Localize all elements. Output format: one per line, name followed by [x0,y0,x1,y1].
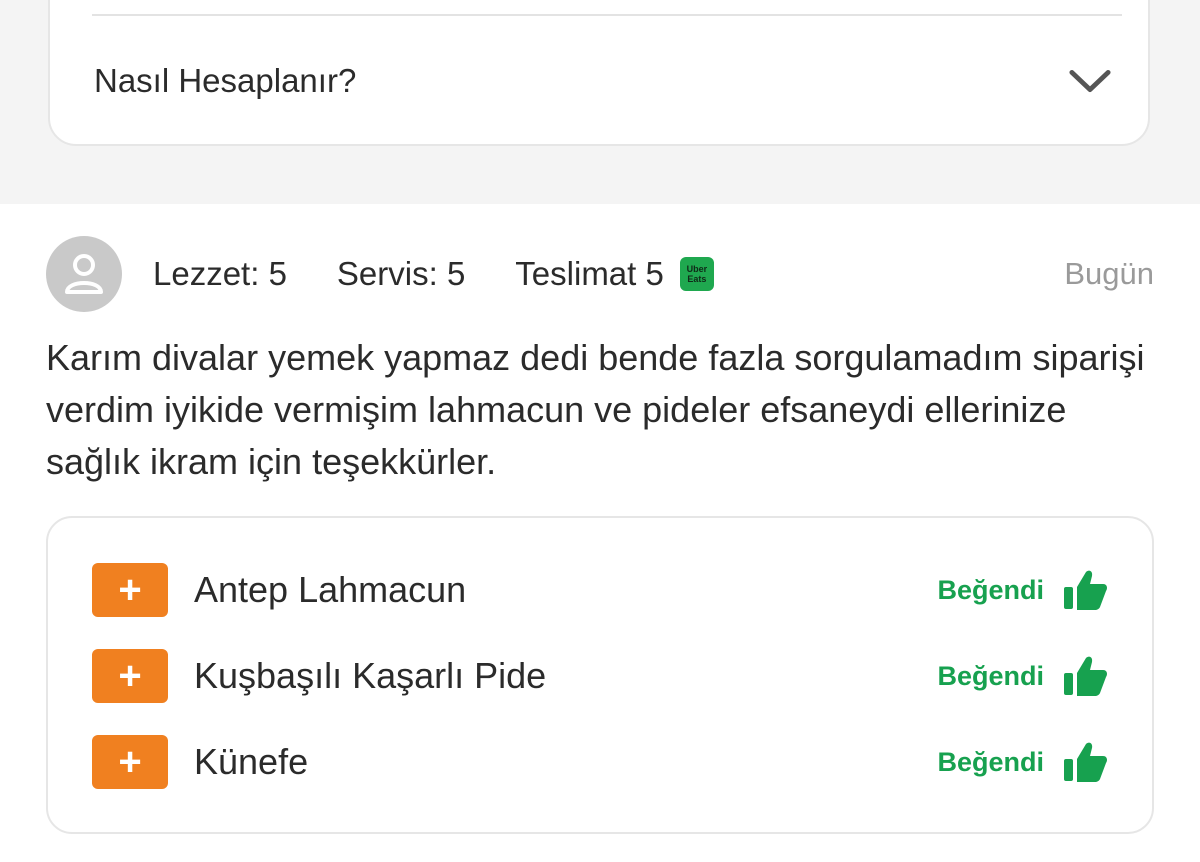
user-icon [65,254,103,294]
liked-status: Beğendi [937,655,1108,697]
liked-label: Beğendi [937,746,1044,777]
review-text: Karım divalar yemek yapmaz dedi bende fa… [46,337,1145,482]
list-item: + Künefe Beğendi [92,734,1108,790]
thumbs-up-icon [1062,741,1108,783]
add-item-button[interactable]: + [92,735,168,789]
item-name: Kuşbaşılı Kaşarlı Pide [194,655,547,696]
item-name: Künefe [194,741,309,782]
list-item: + Antep Lahmacun Beğendi [92,562,1108,618]
liked-label: Beğendi [937,574,1044,605]
thumbs-up-icon [1062,655,1108,697]
review-date: Bugün [1064,256,1154,291]
avatar [46,236,122,312]
ratings: Lezzet: 5 Servis: 5 Teslimat 5 Uber Eats [153,255,714,293]
review-card: Lezzet: 5 Servis: 5 Teslimat 5 Uber Eats… [0,204,1200,862]
add-item-button[interactable]: + [92,563,168,617]
review-header: Lezzet: 5 Servis: 5 Teslimat 5 Uber Eats… [46,236,1154,312]
item-name: Antep Lahmacun [194,569,467,610]
add-item-button[interactable]: + [92,649,168,703]
liked-label: Beğendi [937,660,1044,691]
uber-eats-badge: Uber Eats [679,257,714,291]
liked-status: Beğendi [937,741,1108,783]
divider [92,14,1122,16]
faq-card: Nasıl Hesaplanır? [48,0,1150,146]
top-section: Nasıl Hesaplanır? [0,0,1200,204]
taste-rating: Lezzet: 5 [153,255,287,292]
thumbs-up-icon [1062,569,1108,611]
delivery-rating: Teslimat 5 [515,255,664,292]
liked-status: Beğendi [937,569,1108,611]
service-rating: Servis: 5 [336,255,466,292]
ordered-items-card: + Antep Lahmacun Beğendi + Kuşbaşılı Kaş… [46,516,1154,834]
accordion-title: Nasıl Hesaplanır? [94,62,357,99]
how-calculated-accordion[interactable]: Nasıl Hesaplanır? [94,46,1112,116]
badge-line-1: Uber [686,264,708,274]
badge-line-2: Eats [687,274,707,284]
chevron-down-icon[interactable] [1068,59,1112,103]
list-item: + Kuşbaşılı Kaşarlı Pide Beğendi [92,648,1108,704]
